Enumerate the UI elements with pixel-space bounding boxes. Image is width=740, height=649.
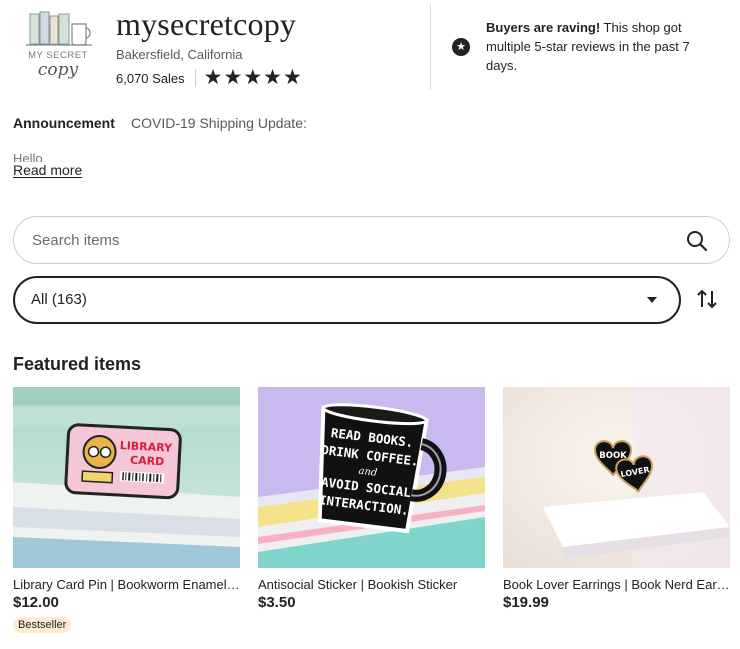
featured-items-heading: Featured items xyxy=(13,354,142,374)
listing-price: $12.00 xyxy=(13,594,59,611)
sales-count: 6,070 Sales xyxy=(116,70,185,86)
listing-card[interactable]: READ BOOKS. DRINK COFFEE. and AVOID SOCI… xyxy=(258,387,485,611)
sales-rating-row: 6,070 Sales ★ ★ ★ ★ ★ xyxy=(116,66,302,89)
logo-text-line2: copy xyxy=(38,60,79,80)
star-icon: ★ xyxy=(282,66,302,89)
star-icon: ★ xyxy=(263,66,282,89)
shop-logo[interactable]: MY SECRET copy xyxy=(18,8,98,84)
category-filter-select[interactable]: All (163) xyxy=(13,276,681,324)
caret-down-icon xyxy=(647,297,657,303)
sticker-text-line3: and xyxy=(358,466,378,479)
search-box[interactable] xyxy=(13,216,730,264)
listing-card[interactable]: LIBRARY CARD Library Card Pin | Bookworm… xyxy=(13,387,240,633)
search-icon[interactable] xyxy=(685,229,709,253)
listing-title[interactable]: Antisocial Sticker | Bookish Sticker xyxy=(258,577,485,592)
sales-divider xyxy=(194,69,196,87)
announcement-text: COVID-19 Shipping Update: xyxy=(131,115,307,131)
filter-selected-value: All (163) xyxy=(31,291,87,308)
star-badge-icon: ★ xyxy=(452,38,470,56)
buyers-raving-notice: Buyers are raving! This shop got multipl… xyxy=(486,18,721,75)
announcement-body: Hello xyxy=(13,151,43,162)
star-icon: ★ xyxy=(203,66,223,89)
listing-price: $3.50 xyxy=(258,594,296,611)
shop-header: MY SECRET copy mysecretcopy Bakersfield,… xyxy=(0,0,740,100)
header-divider xyxy=(430,4,431,90)
search-input[interactable] xyxy=(32,217,662,263)
bestseller-badge: Bestseller xyxy=(13,617,72,633)
listing-image[interactable]: LIBRARY CARD xyxy=(13,387,240,568)
star-icon: ★ xyxy=(223,66,243,89)
star-icon: ★ xyxy=(243,66,263,89)
shop-name[interactable]: mysecretcopy xyxy=(116,6,296,43)
pin-text-line2: CARD xyxy=(130,454,165,469)
listing-title[interactable]: Library Card Pin | Bookworm Enamel Pin xyxy=(13,577,240,592)
shop-location: Bakersfield, California xyxy=(116,47,243,62)
announcement-label: Announcement xyxy=(13,115,115,131)
rave-bold: Buyers are raving! xyxy=(486,20,601,35)
listing-price: $19.99 xyxy=(503,594,549,611)
sort-icon[interactable] xyxy=(694,286,720,312)
listing-title[interactable]: Book Lover Earrings | Book Nerd Earrings xyxy=(503,577,730,592)
listing-card[interactable]: BOOK LOVER Book Lover Earrings | Book Ne… xyxy=(503,387,730,611)
rating-stars[interactable]: ★ ★ ★ ★ ★ xyxy=(203,66,302,89)
listing-image[interactable]: READ BOOKS. DRINK COFFEE. and AVOID SOCI… xyxy=(258,387,485,568)
listing-image[interactable]: BOOK LOVER xyxy=(503,387,730,568)
read-more-link[interactable]: Read more xyxy=(13,162,82,178)
